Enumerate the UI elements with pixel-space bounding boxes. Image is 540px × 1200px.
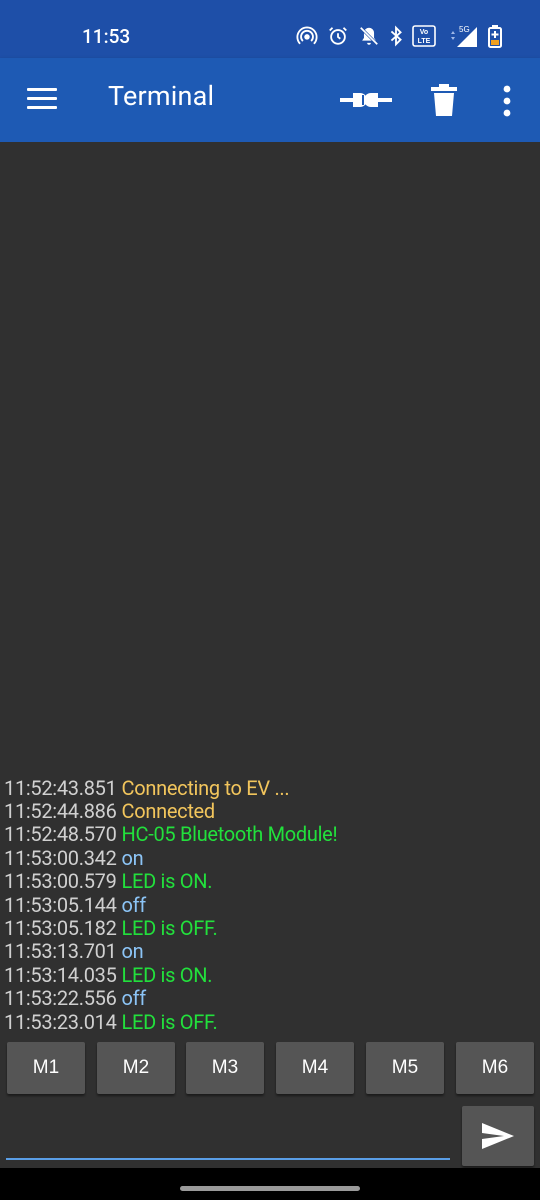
log-timestamp: 11:53:00.579 bbox=[4, 869, 117, 894]
log-line: 11:53:05.182 LED is OFF. bbox=[4, 915, 536, 940]
input-area: M1 M2 M3 M4 M5 M6 bbox=[0, 1038, 540, 1168]
send-text-input[interactable] bbox=[6, 1120, 450, 1160]
log-timestamp: 11:52:44.886 bbox=[4, 798, 117, 823]
log-message: off bbox=[121, 986, 147, 1011]
terminal-output[interactable]: 11:52:43.851 Connecting to EV ... 11:52:44… bbox=[0, 142, 540, 1038]
log-message: on bbox=[121, 845, 144, 870]
status-icons: Vo LTE 5G bbox=[296, 22, 502, 50]
macro-button-m2[interactable]: M2 bbox=[97, 1042, 175, 1094]
menu-icon-bar bbox=[27, 97, 57, 100]
log-line: 11:53:00.579 LED is ON. bbox=[4, 869, 536, 894]
macro-button-m3[interactable]: M3 bbox=[186, 1042, 264, 1094]
log-message: LED is ON. bbox=[121, 869, 213, 894]
log-timestamp: 11:53:23.014 bbox=[4, 1009, 117, 1034]
log-timestamp: 11:53:00.342 bbox=[4, 845, 117, 870]
log-line: 11:53:22.556 off bbox=[4, 986, 536, 1011]
status-time: 11:53 bbox=[82, 25, 131, 48]
signal-5g-icon: 5G bbox=[445, 24, 479, 48]
volte-icon: Vo LTE bbox=[412, 25, 436, 47]
app-bar: Terminal bbox=[0, 58, 540, 142]
terminal-log: 11:52:43.851 Connecting to EV ... 11:52:44… bbox=[4, 775, 536, 1034]
log-message: HC-05 Bluetooth Module! bbox=[121, 822, 338, 847]
log-line: 11:53:05.144 off bbox=[4, 892, 536, 917]
page-title: Terminal bbox=[108, 80, 215, 112]
battery-charging-icon bbox=[488, 24, 502, 48]
log-timestamp: 11:53:14.035 bbox=[4, 962, 117, 987]
delete-icon bbox=[431, 84, 457, 116]
log-message: Connected bbox=[121, 798, 216, 823]
log-message: LED is ON. bbox=[121, 962, 213, 987]
log-line: 11:52:43.851 Connecting to EV ... bbox=[4, 775, 536, 800]
log-line: 11:52:48.570 HC-05 Bluetooth Module! bbox=[4, 823, 536, 846]
svg-text:LTE: LTE bbox=[418, 38, 431, 45]
svg-text:5G: 5G bbox=[459, 25, 470, 34]
log-line: 11:53:23.014 LED is OFF. bbox=[4, 1009, 536, 1034]
send-icon bbox=[482, 1123, 514, 1149]
log-line: 11:53:00.342 on bbox=[4, 845, 536, 870]
log-timestamp: 11:53:05.182 bbox=[4, 915, 117, 940]
log-message: LED is OFF. bbox=[121, 915, 218, 940]
bluetooth-icon bbox=[389, 25, 403, 47]
menu-icon-bar bbox=[27, 88, 57, 91]
log-timestamp: 11:52:48.570 bbox=[4, 822, 117, 847]
log-line: 11:53:13.701 on bbox=[4, 940, 536, 963]
svg-text:Vo: Vo bbox=[420, 29, 428, 36]
macro-button-m6[interactable]: M6 bbox=[456, 1042, 534, 1094]
overflow-menu-button[interactable] bbox=[500, 84, 514, 118]
menu-icon-bar bbox=[27, 106, 57, 109]
menu-button[interactable] bbox=[27, 88, 57, 112]
connect-icon bbox=[340, 93, 392, 107]
log-message: Connecting to EV ... bbox=[121, 775, 290, 800]
log-timestamp: 11:53:13.701 bbox=[4, 939, 117, 964]
navigation-bar bbox=[0, 1168, 540, 1200]
log-message: on bbox=[121, 939, 144, 964]
log-timestamp: 11:53:22.556 bbox=[4, 986, 117, 1011]
macro-button-m5[interactable]: M5 bbox=[366, 1042, 444, 1094]
log-line: 11:53:14.035 LED is ON. bbox=[4, 962, 536, 987]
alarm-icon bbox=[327, 25, 349, 47]
macro-button-m4[interactable]: M4 bbox=[276, 1042, 354, 1094]
home-gesture-handle[interactable] bbox=[180, 1186, 360, 1191]
status-bar: 11:53 Vo LTE 5G bbox=[0, 0, 540, 58]
log-timestamp: 11:53:05.144 bbox=[4, 892, 117, 917]
log-message: off bbox=[121, 892, 147, 917]
hotspot-icon bbox=[296, 25, 318, 47]
log-line: 11:52:44.886 Connected bbox=[4, 798, 536, 823]
send-button[interactable] bbox=[462, 1106, 534, 1166]
log-message: LED is OFF. bbox=[121, 1009, 218, 1034]
overflow-menu-icon bbox=[503, 85, 511, 117]
log-timestamp: 11:52:43.851 bbox=[4, 775, 117, 800]
delete-button[interactable] bbox=[431, 84, 457, 116]
mute-bell-icon bbox=[358, 25, 380, 47]
macro-button-m1[interactable]: M1 bbox=[7, 1042, 85, 1094]
connect-button[interactable] bbox=[340, 84, 392, 116]
